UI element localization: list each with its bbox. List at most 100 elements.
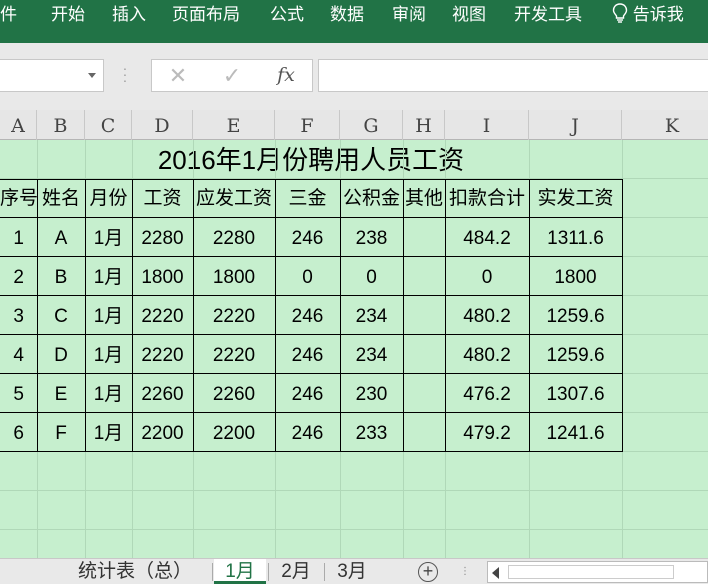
column-header-b[interactable]: B	[37, 110, 85, 140]
cell-net-pay[interactable]: 1800	[529, 257, 622, 296]
horizontal-scrollbar[interactable]	[487, 561, 708, 583]
cell-other[interactable]	[403, 257, 445, 296]
cell-three-funds[interactable]: 246	[275, 218, 340, 257]
header-cell-total-deductions[interactable]: 扣款合计	[445, 179, 529, 218]
header-cell-housing-fund[interactable]: 公积金	[340, 179, 403, 218]
insert-function-button[interactable]: fx	[266, 60, 306, 91]
cell-three-funds[interactable]: 246	[275, 413, 340, 452]
cell-seq[interactable]: 3	[0, 296, 37, 335]
cell-gross-pay[interactable]: 2220	[193, 296, 275, 335]
cell-name[interactable]: C	[37, 296, 85, 335]
header-cell-name[interactable]: 姓名	[37, 179, 85, 218]
header-cell-seq[interactable]: 序号	[0, 179, 37, 218]
cell-seq[interactable]: 5	[0, 374, 37, 413]
cell-month[interactable]: 1月	[85, 218, 132, 257]
cell-other[interactable]	[403, 413, 445, 452]
cell-salary[interactable]: 2280	[132, 218, 193, 257]
header-cell-other[interactable]: 其他	[403, 179, 445, 218]
menu-file[interactable]: 件	[0, 0, 17, 31]
tab-feb[interactable]: 2月	[270, 559, 322, 584]
cell-name[interactable]: B	[37, 257, 85, 296]
cell-other[interactable]	[403, 296, 445, 335]
formula-input[interactable]	[318, 59, 708, 92]
chevron-down-icon[interactable]	[88, 73, 96, 78]
tab-mar[interactable]: 3月	[326, 559, 378, 584]
tab-summary[interactable]: 统计表（总）	[60, 559, 210, 584]
column-header-k[interactable]: K	[622, 110, 708, 140]
header-cell-net-pay[interactable]: 实发工资	[529, 179, 622, 218]
worksheet-grid[interactable]: 2016年1月份聘用人员工资 序号 姓名 月份 工资 应发工资 三金 公积金 其他 扣款合计 实发…	[0, 140, 708, 558]
cell-gross-pay[interactable]: 2200	[193, 413, 275, 452]
column-header-h[interactable]: H	[403, 110, 445, 140]
menu-data[interactable]: 数据	[330, 0, 364, 31]
cell-other[interactable]	[403, 374, 445, 413]
menu-page-layout[interactable]: 页面布局	[172, 0, 240, 31]
cell-housing-fund[interactable]: 234	[340, 296, 403, 335]
cell-salary[interactable]: 2200	[132, 413, 193, 452]
cell-seq[interactable]: 4	[0, 335, 37, 374]
cell-total-deductions[interactable]: 0	[445, 257, 529, 296]
menu-home[interactable]: 开始	[51, 0, 85, 31]
cell-net-pay[interactable]: 1311.6	[529, 218, 622, 257]
cancel-icon[interactable]: ✕	[158, 60, 198, 91]
cell-month[interactable]: 1月	[85, 413, 132, 452]
cell-other[interactable]	[403, 218, 445, 257]
cell-seq[interactable]: 6	[0, 413, 37, 452]
cell-name[interactable]: E	[37, 374, 85, 413]
header-cell-gross-pay[interactable]: 应发工资	[193, 179, 275, 218]
cell-other[interactable]	[403, 335, 445, 374]
cell-month[interactable]: 1月	[85, 257, 132, 296]
cell-total-deductions[interactable]: 480.2	[445, 335, 529, 374]
cell-total-deductions[interactable]: 476.2	[445, 374, 529, 413]
cell-salary[interactable]: 2260	[132, 374, 193, 413]
cell-three-funds[interactable]: 246	[275, 374, 340, 413]
tell-me-box[interactable]: 告诉我	[612, 0, 684, 31]
column-header-d[interactable]: D	[132, 110, 193, 140]
column-header-a[interactable]: A	[0, 110, 37, 140]
cell-name[interactable]: F	[37, 413, 85, 452]
cell-housing-fund[interactable]: 0	[340, 257, 403, 296]
cell-total-deductions[interactable]: 484.2	[445, 218, 529, 257]
cell-three-funds[interactable]: 246	[275, 335, 340, 374]
name-box[interactable]	[0, 59, 104, 92]
column-header-f[interactable]: F	[275, 110, 340, 140]
menu-view[interactable]: 视图	[452, 0, 486, 31]
cell-gross-pay[interactable]: 1800	[193, 257, 275, 296]
header-cell-salary[interactable]: 工资	[132, 179, 193, 218]
add-sheet-icon[interactable]: +	[418, 562, 438, 582]
menu-developer[interactable]: 开发工具	[514, 0, 582, 31]
cell-seq[interactable]: 2	[0, 257, 37, 296]
cell-seq[interactable]: 1	[0, 218, 37, 257]
cell-housing-fund[interactable]: 234	[340, 335, 403, 374]
cell-salary[interactable]: 1800	[132, 257, 193, 296]
cell-gross-pay[interactable]: 2280	[193, 218, 275, 257]
cell-salary[interactable]: 2220	[132, 335, 193, 374]
cell-month[interactable]: 1月	[85, 374, 132, 413]
scrollbar-thumb[interactable]	[508, 565, 674, 579]
cell-total-deductions[interactable]: 480.2	[445, 296, 529, 335]
scroll-left-icon[interactable]	[492, 567, 499, 579]
cell-month[interactable]: 1月	[85, 335, 132, 374]
cell-salary[interactable]: 2220	[132, 296, 193, 335]
cell-housing-fund[interactable]: 230	[340, 374, 403, 413]
column-header-e[interactable]: E	[193, 110, 275, 140]
cell-three-funds[interactable]: 246	[275, 296, 340, 335]
header-cell-month[interactable]: 月份	[85, 179, 132, 218]
column-header-j[interactable]: J	[529, 110, 622, 140]
cell-name[interactable]: D	[37, 335, 85, 374]
cell-month[interactable]: 1月	[85, 296, 132, 335]
cell-housing-fund[interactable]: 238	[340, 218, 403, 257]
drag-handle-icon[interactable]: · · ·	[122, 61, 128, 87]
cell-name[interactable]: A	[37, 218, 85, 257]
cell-net-pay[interactable]: 1259.6	[529, 335, 622, 374]
menu-formulas[interactable]: 公式	[270, 0, 304, 31]
menu-review[interactable]: 审阅	[392, 0, 426, 31]
menu-insert[interactable]: 插入	[112, 0, 146, 31]
cell-net-pay[interactable]: 1241.6	[529, 413, 622, 452]
cell-total-deductions[interactable]: 479.2	[445, 413, 529, 452]
cell-net-pay[interactable]: 1259.6	[529, 296, 622, 335]
tab-jan[interactable]: 1月	[214, 559, 266, 584]
cell-housing-fund[interactable]: 233	[340, 413, 403, 452]
enter-icon[interactable]: ✓	[212, 60, 252, 91]
column-header-i[interactable]: I	[445, 110, 529, 140]
